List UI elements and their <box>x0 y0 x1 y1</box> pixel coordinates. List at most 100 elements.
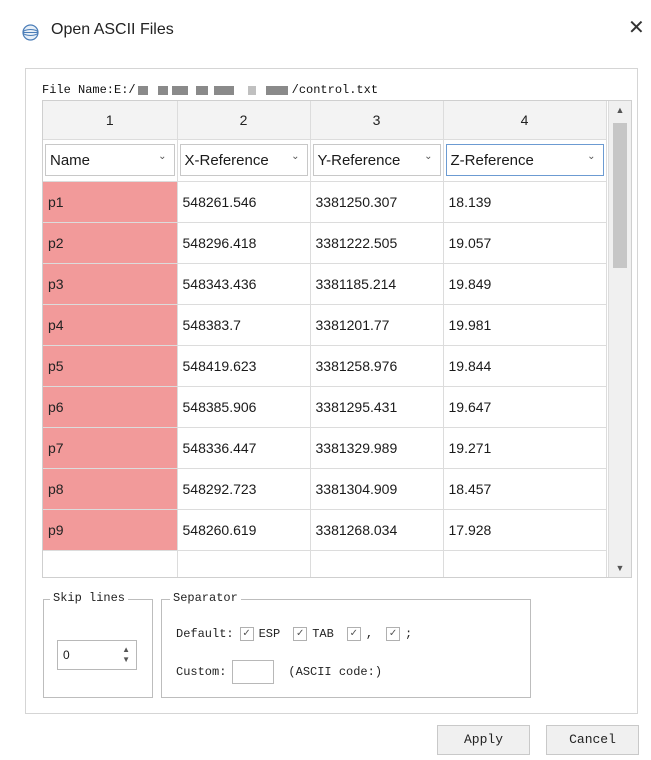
column-number: 3 <box>310 101 444 140</box>
data-table: 1 2 3 4 Name ⌄ X-Reference ⌄ Y-Reference… <box>43 101 607 577</box>
column-4-type-dropdown[interactable]: Z-Reference ⌄ <box>445 144 604 176</box>
chevron-down-icon: ⌄ <box>158 151 167 162</box>
name-cell[interactable]: p8 <box>43 468 178 510</box>
column-mapping-cell: X-Reference ⌄ <box>177 139 311 182</box>
table-cell[interactable]: 3381250.307 <box>310 181 444 223</box>
name-cell[interactable]: p1 <box>43 181 178 223</box>
dropdown-value: Y-Reference <box>317 151 401 169</box>
table-row[interactable]: p6 548385.906 3381295.431 19.647 <box>43 386 607 428</box>
option-label: ; <box>405 627 413 641</box>
table-cell[interactable] <box>177 550 311 577</box>
default-separators-row: Default: ✓ ESP ✓ TAB ✓ , ✓ ; <box>176 627 425 641</box>
checkbox-semicolon[interactable]: ✓ <box>386 627 401 641</box>
redacted-path <box>137 85 148 95</box>
name-cell[interactable]: p2 <box>43 222 178 264</box>
table-cell[interactable]: 548296.418 <box>177 222 311 264</box>
separator-option-tab[interactable]: ✓ TAB <box>293 627 334 641</box>
name-cell[interactable]: p9 <box>43 509 178 551</box>
table-row[interactable]: p8 548292.723 3381304.909 18.457 <box>43 468 607 510</box>
empty-row[interactable] <box>43 550 607 577</box>
table-cell[interactable]: 548343.436 <box>177 263 311 305</box>
table-cell[interactable]: 548292.723 <box>177 468 311 510</box>
ascii-code-hint: (ASCII code:) <box>288 665 383 679</box>
table-row[interactable]: p2 548296.418 3381222.505 19.057 <box>43 222 607 264</box>
cancel-button[interactable]: Cancel <box>546 725 639 755</box>
table-cell[interactable]: 3381201.77 <box>310 304 444 346</box>
column-number: 2 <box>177 101 311 140</box>
separator-option-esp[interactable]: ✓ ESP <box>239 627 280 641</box>
file-name-label: File Name:E:/ /control.txt <box>42 83 378 97</box>
column-3-type-dropdown[interactable]: Y-Reference ⌄ <box>312 144 441 176</box>
table-row[interactable]: p4 548383.7 3381201.77 19.981 <box>43 304 607 346</box>
table-cell[interactable]: 19.849 <box>443 263 607 305</box>
skip-lines-spinbox[interactable]: 0 ▲ ▼ <box>57 640 137 670</box>
scrollbar-thumb[interactable] <box>613 123 627 268</box>
column-mapping-cell: Y-Reference ⌄ <box>310 139 444 182</box>
table-cell[interactable]: 19.981 <box>443 304 607 346</box>
custom-label: Custom: <box>176 665 227 679</box>
close-icon[interactable]: ✕ <box>628 18 645 38</box>
spin-arrows-icon[interactable]: ▲ ▼ <box>122 645 130 665</box>
table-cell[interactable]: 17.928 <box>443 509 607 551</box>
table-row[interactable]: p9 548260.619 3381268.034 17.928 <box>43 509 607 551</box>
skip-lines-value: 0 <box>63 648 70 662</box>
redacted-path <box>247 85 256 95</box>
table-cell[interactable]: 19.844 <box>443 345 607 387</box>
name-cell[interactable]: p3 <box>43 263 178 305</box>
table-cell[interactable]: 19.057 <box>443 222 607 264</box>
name-cell[interactable]: p4 <box>43 304 178 346</box>
table-cell[interactable]: 3381185.214 <box>310 263 444 305</box>
table-row[interactable]: p7 548336.447 3381329.989 19.271 <box>43 427 607 469</box>
table-cell[interactable]: 19.271 <box>443 427 607 469</box>
scroll-down-icon[interactable]: ▼ <box>609 559 631 577</box>
table-cell[interactable]: 548260.619 <box>177 509 311 551</box>
option-label: , <box>365 627 374 641</box>
table-cell[interactable]: 3381304.909 <box>310 468 444 510</box>
separator-option-semicolon[interactable]: ✓ ; <box>386 627 412 641</box>
column-2-type-dropdown[interactable]: X-Reference ⌄ <box>179 144 308 176</box>
table-cell[interactable] <box>443 550 607 577</box>
column-1-type-dropdown[interactable]: Name ⌄ <box>45 144 175 176</box>
table-row[interactable]: p1 548261.546 3381250.307 18.139 <box>43 181 607 223</box>
table-cell[interactable]: 548419.623 <box>177 345 311 387</box>
globe-disk-icon <box>22 24 39 41</box>
table-cell[interactable]: 3381222.505 <box>310 222 444 264</box>
chevron-down-icon: ⌄ <box>424 151 433 162</box>
table-cell[interactable]: 548336.447 <box>177 427 311 469</box>
data-grid[interactable]: 1 2 3 4 Name ⌄ X-Reference ⌄ Y-Reference… <box>42 100 632 578</box>
table-cell[interactable] <box>43 550 178 577</box>
redacted-path <box>157 85 168 95</box>
table-cell[interactable]: 3381268.034 <box>310 509 444 551</box>
table-cell[interactable]: 3381329.989 <box>310 427 444 469</box>
custom-separator-row: Custom: (ASCII code:) <box>176 660 382 684</box>
name-cell[interactable]: p7 <box>43 427 178 469</box>
name-cell[interactable]: p5 <box>43 345 178 387</box>
table-cell[interactable]: 548261.546 <box>177 181 311 223</box>
table-cell[interactable]: 3381295.431 <box>310 386 444 428</box>
column-number: 1 <box>43 101 178 140</box>
custom-separator-input[interactable] <box>232 660 275 684</box>
option-label: TAB <box>312 627 334 641</box>
apply-button[interactable]: Apply <box>437 725 530 755</box>
table-cell[interactable]: 18.457 <box>443 468 607 510</box>
dropdown-value: X-Reference <box>184 151 269 169</box>
table-row[interactable]: p5 548419.623 3381258.976 19.844 <box>43 345 607 387</box>
table-cell[interactable]: 548383.7 <box>177 304 311 346</box>
table-cell[interactable]: 3381258.976 <box>310 345 444 387</box>
skip-lines-group: Skip lines 0 ▲ ▼ <box>43 591 153 698</box>
separator-option-comma[interactable]: ✓ , <box>346 627 374 641</box>
checkbox-tab[interactable]: ✓ <box>293 627 308 641</box>
file-name-prefix: File Name:E:/ <box>42 83 136 97</box>
table-cell[interactable] <box>310 550 444 577</box>
table-row[interactable]: p3 548343.436 3381185.214 19.849 <box>43 263 607 305</box>
name-cell[interactable]: p6 <box>43 386 178 428</box>
table-cell[interactable]: 18.139 <box>443 181 607 223</box>
redacted-path <box>265 85 288 95</box>
checkbox-comma[interactable]: ✓ <box>346 627 361 641</box>
window-title: Open ASCII Files <box>51 21 174 38</box>
scroll-up-icon[interactable]: ▲ <box>609 101 631 119</box>
checkbox-esp[interactable]: ✓ <box>239 627 254 641</box>
table-cell[interactable]: 19.647 <box>443 386 607 428</box>
table-cell[interactable]: 548385.906 <box>177 386 311 428</box>
vertical-scrollbar[interactable]: ▲ ▼ <box>608 101 631 577</box>
